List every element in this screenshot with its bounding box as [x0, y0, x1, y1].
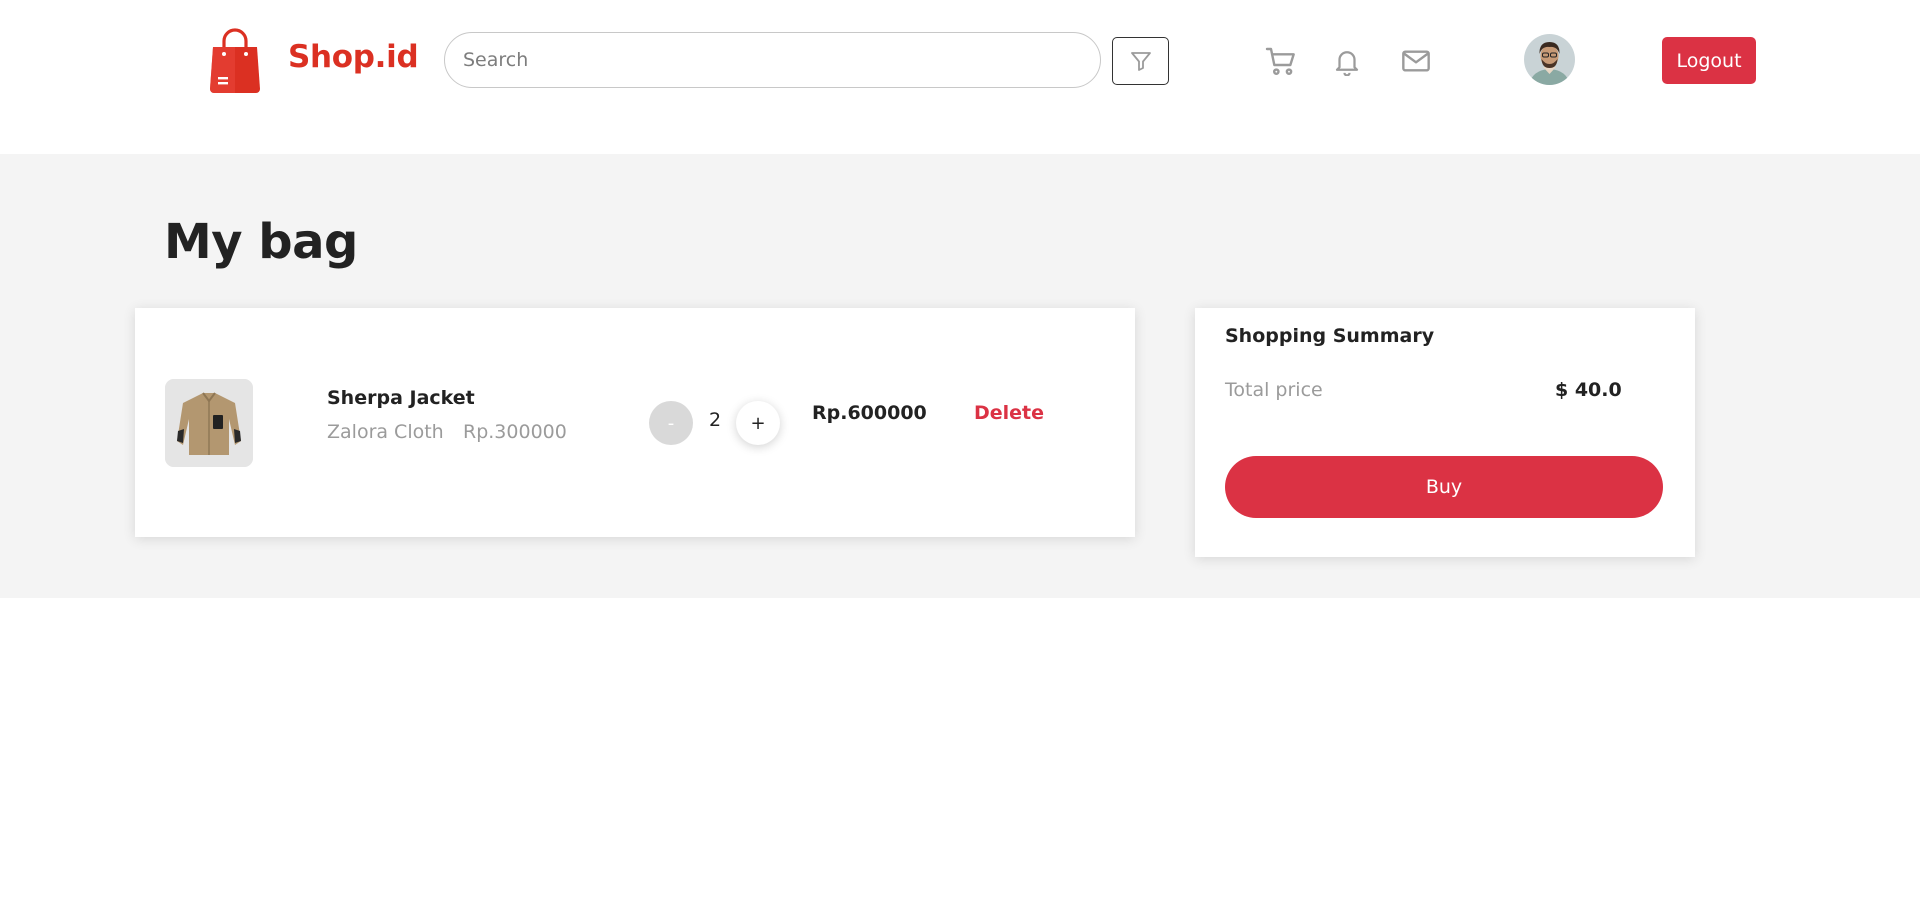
cart-icon: [1265, 47, 1295, 75]
navbar: Shop.id Search Logout: [0, 0, 1920, 154]
delete-item-button[interactable]: Delete: [974, 402, 1044, 424]
product-image[interactable]: [165, 379, 253, 467]
product-name[interactable]: Sherpa Jacket: [327, 387, 475, 409]
quantity-increase-button[interactable]: +: [736, 401, 780, 445]
page-title: My bag: [164, 214, 358, 270]
user-avatar[interactable]: [1524, 34, 1575, 85]
shopping-summary-card: Shopping Summary Total price $ 40.0 Buy: [1195, 308, 1695, 557]
product-unit-price: Rp.300000: [463, 421, 567, 443]
filter-icon: [1130, 52, 1151, 71]
notifications-button[interactable]: [1330, 44, 1364, 78]
bag-item-card: Sherpa Jacket Zalora Cloth Rp.300000 - 2…: [135, 308, 1135, 537]
bag-page: My bag Sherpa Jacket Zalora Cloth Rp.300…: [0, 154, 1920, 598]
mail-icon: [1402, 50, 1430, 72]
total-price-label: Total price: [1225, 379, 1323, 401]
line-total-price: Rp.600000: [812, 402, 927, 424]
brand-name: Shop.id: [288, 39, 419, 75]
total-price-value: $ 40.0: [1555, 379, 1622, 401]
jacket-image: [165, 379, 253, 467]
messages-button[interactable]: [1399, 44, 1433, 78]
quantity-value: 2: [708, 409, 722, 431]
filter-button[interactable]: [1112, 37, 1169, 85]
bell-icon: [1335, 51, 1359, 76]
logout-button[interactable]: Logout: [1662, 37, 1756, 84]
quantity-decrease-button[interactable]: -: [649, 401, 693, 445]
product-store: Zalora Cloth: [327, 421, 444, 443]
summary-title: Shopping Summary: [1225, 325, 1435, 347]
search-input[interactable]: [444, 32, 1101, 88]
cart-button[interactable]: [1264, 44, 1298, 78]
avatar-image: [1524, 34, 1575, 85]
brand-logo[interactable]: Shop.id: [209, 27, 419, 93]
bag-logo-icon: [210, 28, 260, 93]
buy-button[interactable]: Buy: [1225, 456, 1663, 518]
